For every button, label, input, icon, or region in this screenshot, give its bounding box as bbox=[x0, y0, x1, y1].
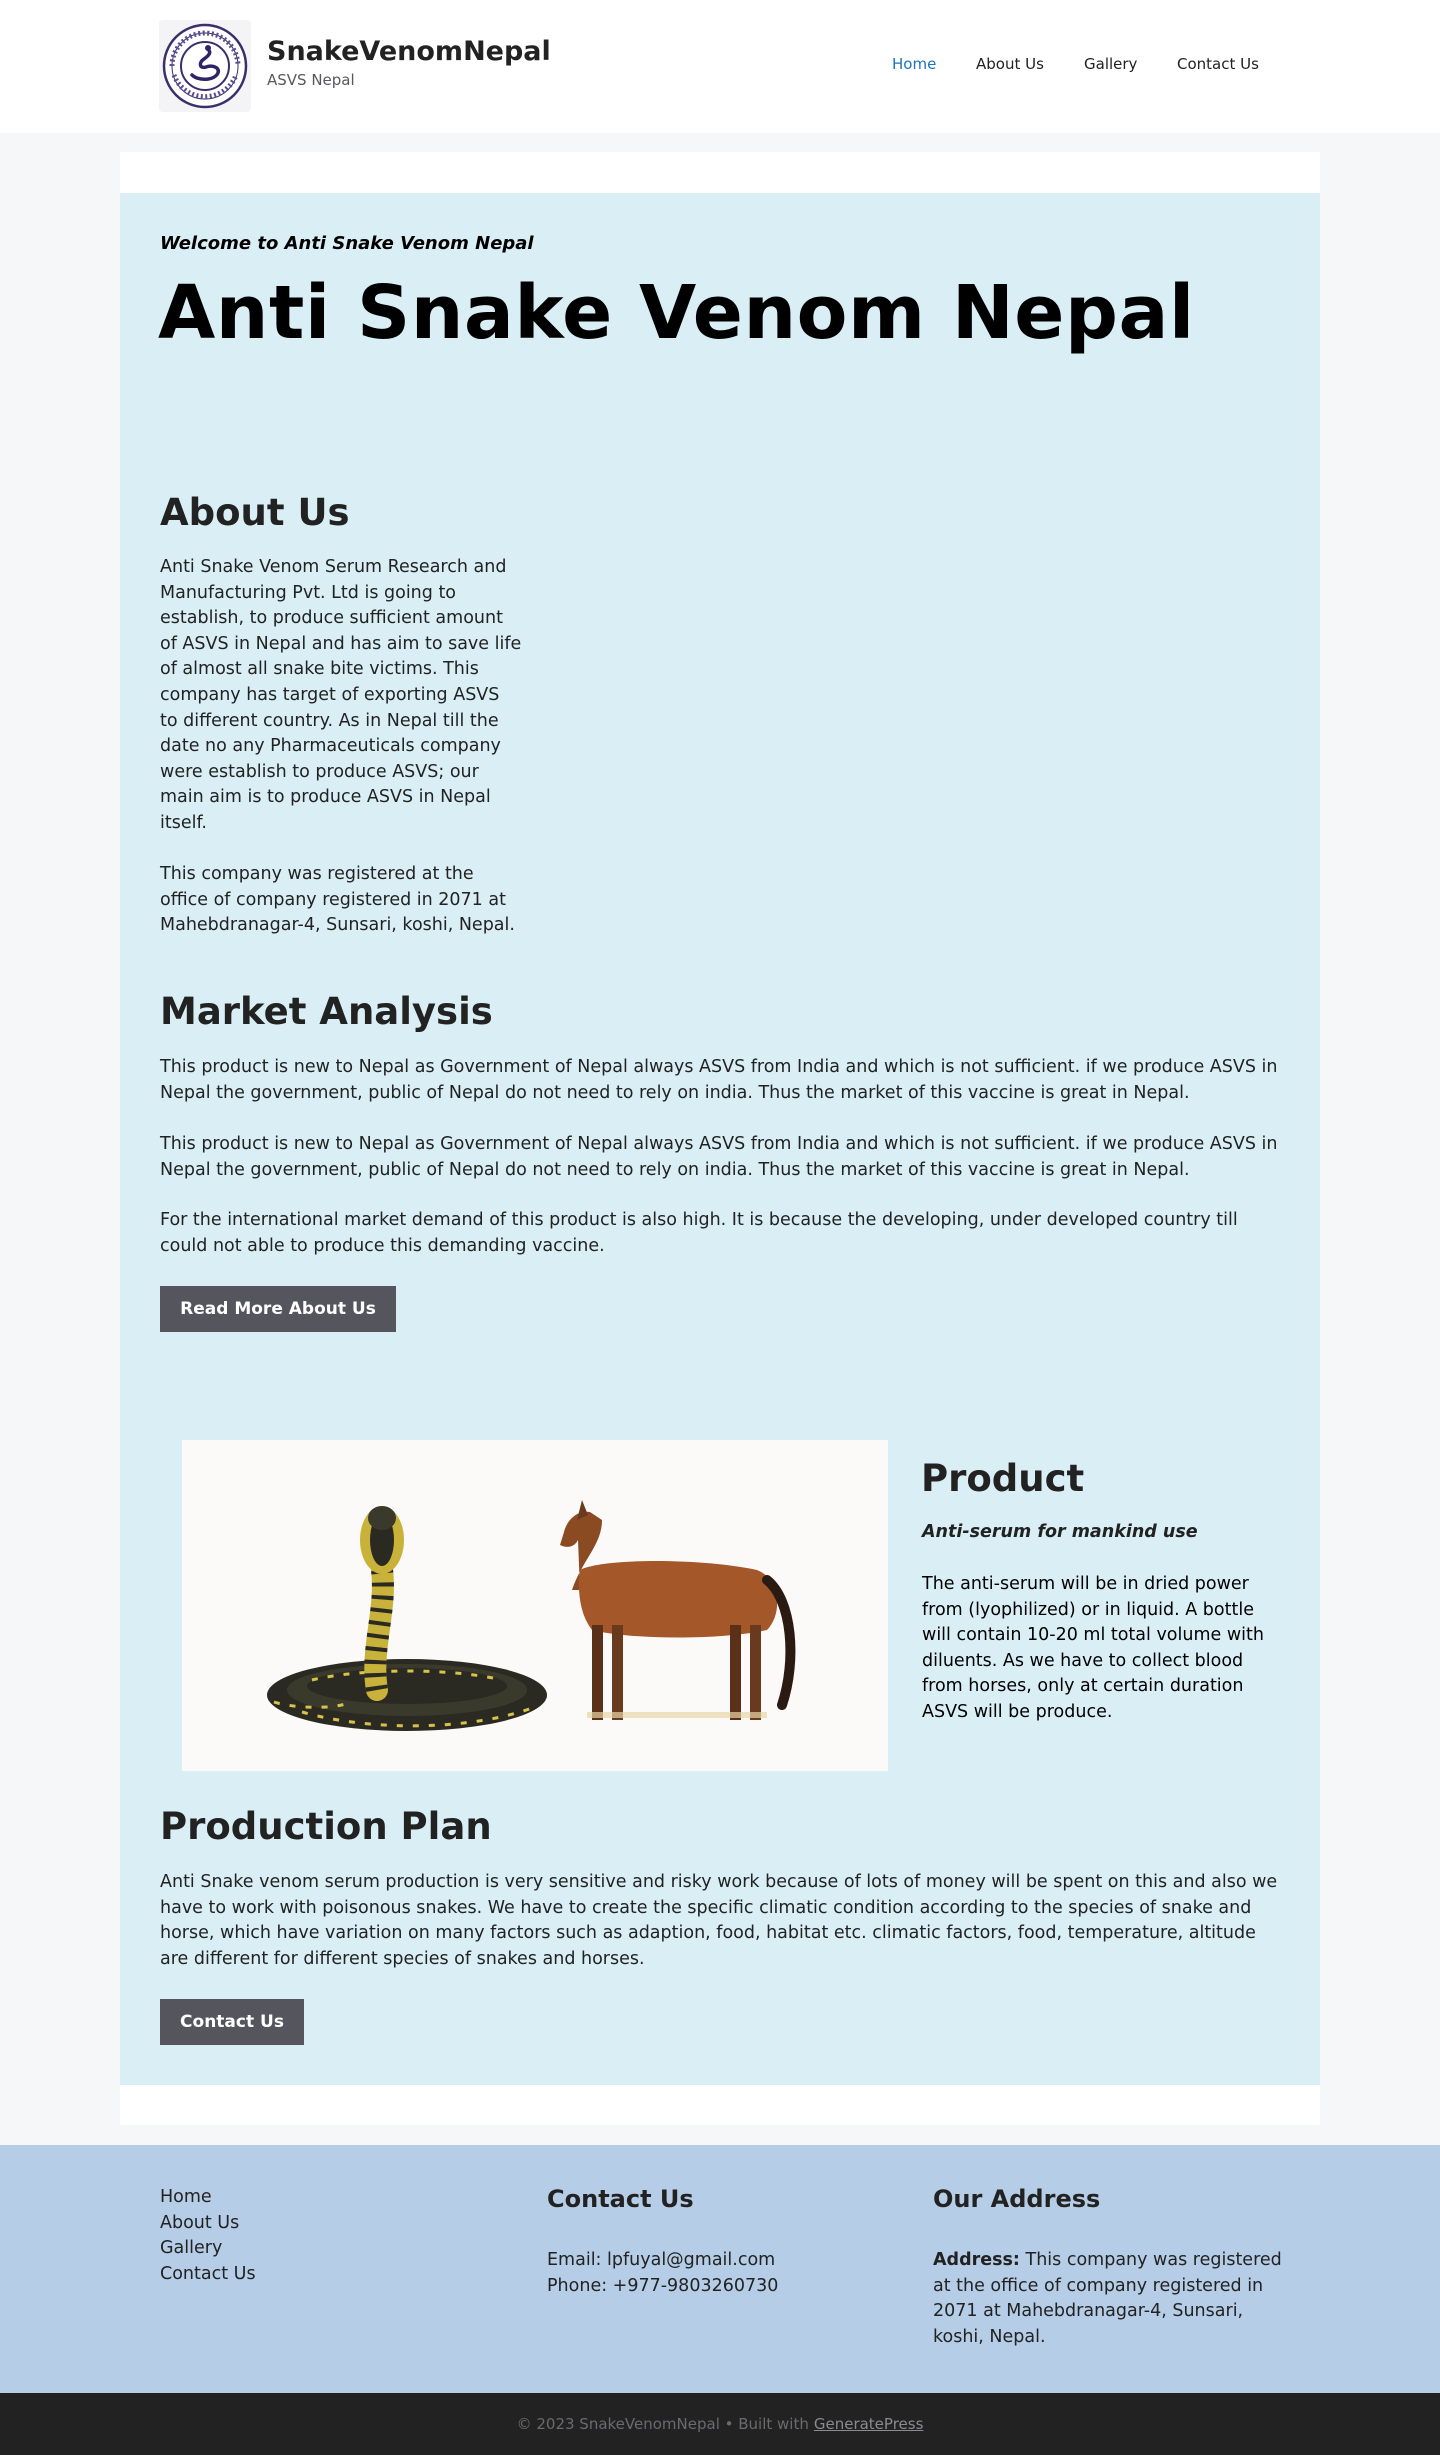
nav-item-home[interactable]: Home bbox=[892, 55, 936, 73]
product-subtitle: Anti-serum for mankind use bbox=[922, 1522, 1198, 1542]
product-heading: Product bbox=[921, 1457, 1085, 1500]
about-heading: About Us bbox=[160, 491, 350, 534]
footer-link-about-us[interactable]: About Us bbox=[160, 2211, 256, 2237]
site-footer: Home About Us Gallery Contact Us Contact… bbox=[0, 2145, 1440, 2393]
generatepress-link[interactable]: GeneratePress bbox=[814, 2415, 924, 2433]
footer-address-heading: Our Address bbox=[933, 2185, 1101, 2213]
footer-address-label: Address: bbox=[933, 2250, 1020, 2270]
market-paragraph-2: This product is new to Nepal as Governme… bbox=[160, 1134, 1278, 1180]
footer-link-contact-us[interactable]: Contact Us bbox=[160, 2262, 256, 2288]
content-container-bottom bbox=[120, 2085, 1320, 2125]
footer-contact-heading: Contact Us bbox=[547, 2185, 694, 2213]
market-analysis-heading: Market Analysis bbox=[160, 990, 493, 1033]
nav-item-contact-us[interactable]: Contact Us bbox=[1177, 55, 1259, 73]
market-paragraph-3: For the international market demand of t… bbox=[160, 1210, 1238, 1256]
about-paragraph-1: Anti Snake Venom Serum Research and Manu… bbox=[160, 557, 522, 833]
footer-phone[interactable]: Phone: +977-9803260730 bbox=[547, 2274, 778, 2300]
site-header: SnakeVenomNepal ASVS Nepal Home About Us… bbox=[0, 0, 1440, 133]
copyright-text: © 2023 SnakeVenomNepal • Built with bbox=[516, 2415, 809, 2433]
footer-links: Home About Us Gallery Contact Us bbox=[160, 2185, 256, 2287]
production-plan-heading: Production Plan bbox=[160, 1805, 492, 1848]
main-navigation: Home About Us Gallery Contact Us bbox=[0, 55, 1440, 75]
read-more-about-us-button[interactable]: Read More About Us bbox=[160, 1286, 396, 1332]
footer-link-gallery[interactable]: Gallery bbox=[160, 2236, 256, 2262]
nav-item-about-us[interactable]: About Us bbox=[976, 55, 1044, 73]
footer-address: Address: This company was registered at … bbox=[933, 2248, 1285, 2350]
welcome-subtitle: Welcome to Anti Snake Venom Nepal bbox=[160, 233, 534, 254]
content-container-top bbox=[120, 152, 1320, 193]
nav-item-gallery[interactable]: Gallery bbox=[1084, 55, 1137, 73]
footer-email[interactable]: Email: lpfuyal@gmail.com bbox=[547, 2248, 775, 2274]
cobra-horse-image-icon bbox=[267, 1500, 796, 1731]
cobra-and-horse-illustration bbox=[182, 1440, 888, 1771]
copyright-bar: © 2023 SnakeVenomNepal • Built with Gene… bbox=[0, 2393, 1440, 2455]
page-title: Anti Snake Venom Nepal bbox=[158, 270, 1195, 356]
market-paragraph-1: This product is new to Nepal as Governme… bbox=[160, 1057, 1278, 1103]
contact-us-button[interactable]: Contact Us bbox=[160, 1999, 304, 2045]
footer-link-home[interactable]: Home bbox=[160, 2185, 256, 2211]
production-plan-paragraph: Anti Snake venom serum production is ver… bbox=[160, 1872, 1278, 1969]
about-paragraph-2: This company was registered at the offic… bbox=[160, 864, 515, 936]
product-description: The anti-serum will be in dried power fr… bbox=[922, 1574, 1264, 1722]
